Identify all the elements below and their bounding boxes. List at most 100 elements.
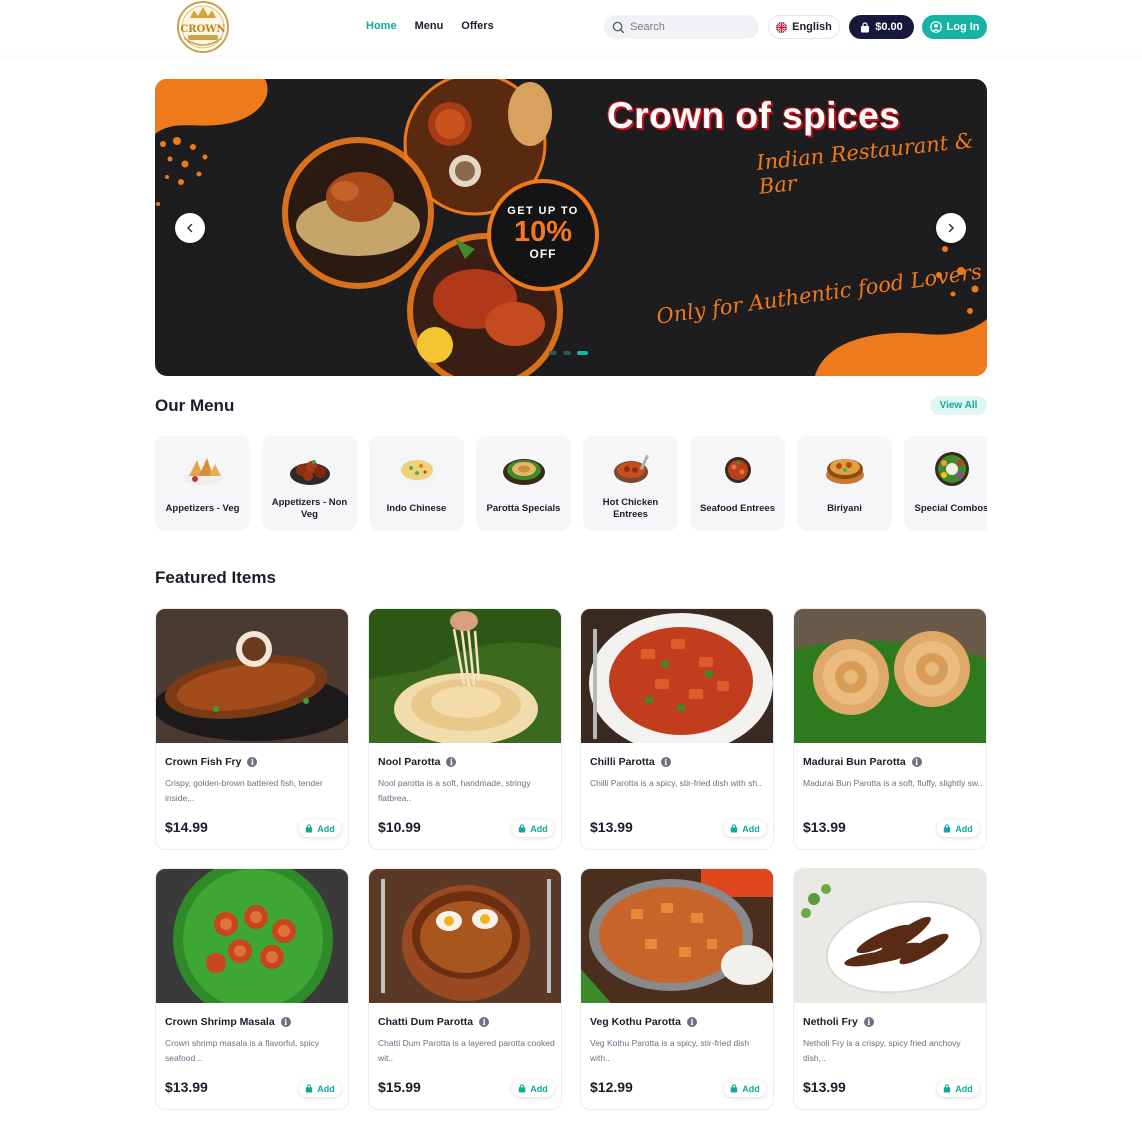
info-icon[interactable]: i bbox=[247, 757, 258, 767]
product-description: Crispy, golden-brown battered fish, tend… bbox=[165, 778, 323, 803]
product-card-crown-shrimp-masala[interactable]: Crown Shrimp Masala i Crown shrimp masala… bbox=[155, 868, 349, 1110]
carousel-prev-button[interactable] bbox=[175, 213, 205, 243]
product-price: $13.99 bbox=[803, 819, 846, 835]
product-price: $12.99 bbox=[590, 1079, 633, 1095]
language-label: English bbox=[792, 21, 832, 33]
netholi-fry-photo bbox=[794, 869, 986, 1003]
info-icon[interactable]: i bbox=[863, 1017, 874, 1027]
svg-text:CROWN: CROWN bbox=[180, 24, 225, 35]
shopping-bag-icon bbox=[306, 1084, 313, 1093]
carousel-dot-3[interactable] bbox=[577, 351, 588, 355]
add-label: Add bbox=[317, 1083, 335, 1094]
crown-shrimp-masala-photo bbox=[156, 869, 348, 1003]
product-title: Crown Shrimp Masala i bbox=[165, 1016, 291, 1028]
category-appetizers-non-veg[interactable]: Appetizers - Non Veg bbox=[262, 436, 357, 531]
product-price: $13.99 bbox=[590, 819, 633, 835]
add-to-cart-button[interactable]: Add bbox=[724, 820, 766, 837]
carousel-dot-1[interactable] bbox=[549, 351, 557, 355]
info-icon[interactable]: i bbox=[479, 1017, 490, 1027]
nav-home[interactable]: Home bbox=[366, 20, 397, 32]
product-card-veg-kothu-parotta[interactable]: Veg Kothu Parotta i Veg Kothu Parotta is … bbox=[580, 868, 774, 1110]
seafood-icon bbox=[725, 457, 751, 483]
product-title: Nool Parotta i bbox=[378, 756, 457, 768]
category-name: Special Combos bbox=[914, 503, 987, 514]
product-card-crown-fish-fry[interactable]: Crown Fish Fry i Crispy, golden-brown bat… bbox=[155, 608, 349, 850]
info-icon[interactable]: i bbox=[911, 757, 922, 767]
view-all-button[interactable]: View All bbox=[930, 396, 987, 415]
cart-button[interactable]: $0.00 bbox=[849, 15, 914, 39]
login-button[interactable]: Log In bbox=[922, 15, 987, 39]
product-description: Chilli Parotta is a spicy, stir-fried di… bbox=[590, 778, 762, 788]
category-name: Hot Chicken Entrees bbox=[602, 497, 659, 520]
category-parotta-specials[interactable]: Parotta Specials bbox=[476, 436, 571, 531]
language-selector[interactable]: English bbox=[768, 15, 840, 39]
category-name: Seafood Entrees bbox=[700, 503, 775, 514]
shopping-bag-icon bbox=[861, 21, 870, 32]
crown-logo[interactable]: CROWN bbox=[170, 0, 236, 54]
product-name: Nool Parotta bbox=[378, 756, 441, 768]
add-to-cart-button[interactable]: Add bbox=[299, 820, 341, 837]
carousel-dot-2[interactable] bbox=[563, 351, 571, 355]
samosa-icon bbox=[183, 458, 223, 485]
category-indo-chinese[interactable]: Indo Chinese bbox=[369, 436, 464, 531]
product-description: Madurai Bun Parotta is a soft, fluffy, s… bbox=[803, 778, 983, 788]
product-card-nool-parotta[interactable]: Nool Parotta i Nool parotta is a soft, ha… bbox=[368, 608, 562, 850]
product-description: Netholi Fry is a crispy, spicy fried anc… bbox=[803, 1038, 961, 1063]
featured-items-heading: Featured Items bbox=[155, 568, 276, 587]
shopping-bag-icon bbox=[731, 824, 738, 833]
add-label: Add bbox=[955, 1083, 973, 1094]
search-input[interactable] bbox=[630, 21, 750, 33]
category-name: Indo Chinese bbox=[386, 503, 447, 514]
product-card-chatti-dum-parotta[interactable]: Chatti Dum Parotta i Chatti Dum Parotta i… bbox=[368, 868, 562, 1110]
info-icon[interactable]: i bbox=[660, 757, 671, 767]
product-card-netholi-fry[interactable]: Netholi Fry i Netholi Fry is a crispy, sp… bbox=[793, 868, 987, 1110]
curry-icon bbox=[614, 454, 649, 483]
product-description: Chatti Dum Parotta is a layered parotta … bbox=[378, 1038, 555, 1063]
fried-rice-icon bbox=[397, 459, 437, 485]
info-icon[interactable]: i bbox=[280, 1017, 291, 1027]
chevron-left-icon bbox=[186, 223, 193, 233]
add-to-cart-button[interactable]: Add bbox=[937, 820, 979, 837]
category-appetizers-veg[interactable]: Appetizers - Veg bbox=[155, 436, 250, 531]
product-name: Crown Shrimp Masala bbox=[165, 1016, 275, 1028]
cart-total: $0.00 bbox=[875, 21, 903, 33]
nav-menu[interactable]: Menu bbox=[415, 20, 444, 32]
category-name: Appetizers - Non Veg bbox=[271, 497, 348, 520]
category-biriyani[interactable]: Biriyani bbox=[797, 436, 892, 531]
our-menu-heading: Our Menu bbox=[155, 396, 235, 415]
info-icon[interactable]: i bbox=[687, 1017, 698, 1027]
shopping-bag-icon bbox=[731, 1084, 738, 1093]
shopping-bag-icon bbox=[944, 824, 951, 833]
add-to-cart-button[interactable]: Add bbox=[937, 1080, 979, 1097]
product-price: $15.99 bbox=[378, 1079, 421, 1095]
uk-flag-icon bbox=[776, 21, 788, 33]
product-title: Netholi Fry i bbox=[803, 1016, 874, 1028]
category-name: Parotta Specials bbox=[486, 503, 561, 514]
product-title: Madurai Bun Parotta i bbox=[803, 756, 922, 768]
hero-banner[interactable]: Crown of spices Indian Restaurant & Bar … bbox=[155, 79, 987, 376]
category-special-combos[interactable]: Special Combos bbox=[904, 436, 987, 531]
site-header: CROWN Home Menu Offers English $0.00 Log… bbox=[0, 0, 1142, 55]
veg-kothu-parotta-photo bbox=[581, 869, 773, 1003]
product-name: Madurai Bun Parotta bbox=[803, 756, 906, 768]
add-label: Add bbox=[742, 1083, 760, 1094]
product-price: $10.99 bbox=[378, 819, 421, 835]
product-card-chilli-parotta[interactable]: Chilli Parotta i Chilli Parotta is a spic… bbox=[580, 608, 774, 850]
carousel-next-button[interactable] bbox=[936, 213, 966, 243]
add-to-cart-button[interactable]: Add bbox=[512, 1080, 554, 1097]
add-to-cart-button[interactable]: Add bbox=[299, 1080, 341, 1097]
add-label: Add bbox=[955, 823, 973, 834]
promo-line3: OFF bbox=[529, 247, 557, 261]
category-hot-chicken-entrees[interactable]: Hot Chicken Entrees bbox=[583, 436, 678, 531]
info-icon[interactable]: i bbox=[446, 757, 457, 767]
add-to-cart-button[interactable]: Add bbox=[512, 820, 554, 837]
product-card-madurai-bun-parotta[interactable]: Madurai Bun Parotta i Madurai Bun Parotta… bbox=[793, 608, 987, 850]
category-seafood-entrees[interactable]: Seafood Entrees bbox=[690, 436, 785, 531]
banner-title: Crown of spices bbox=[607, 95, 901, 136]
search-bar[interactable] bbox=[604, 15, 759, 39]
add-label: Add bbox=[530, 1083, 548, 1094]
product-name: Chilli Parotta bbox=[590, 756, 655, 768]
shopping-bag-icon bbox=[306, 824, 313, 833]
nav-offers[interactable]: Offers bbox=[461, 20, 493, 32]
add-to-cart-button[interactable]: Add bbox=[724, 1080, 766, 1097]
